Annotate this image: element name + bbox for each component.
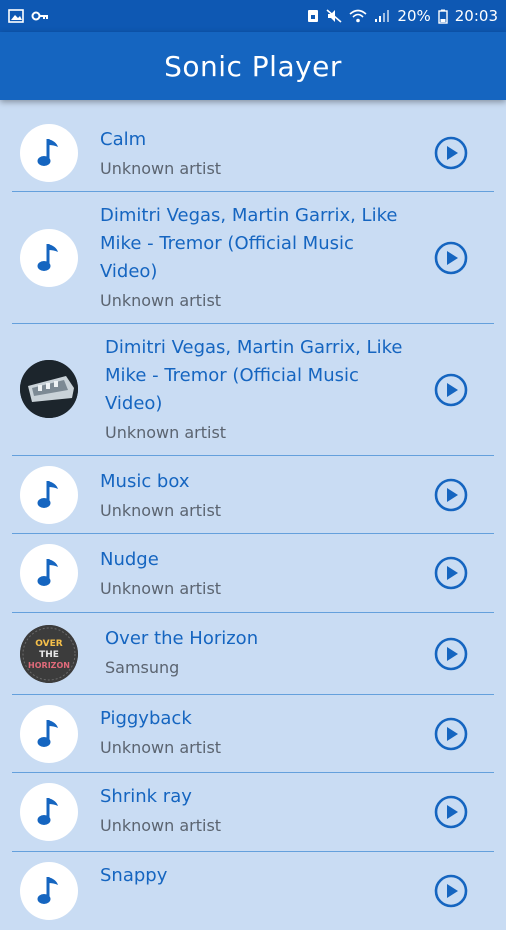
album-art	[20, 783, 78, 841]
song-row[interactable]: Dimitri Vegas, Martin Garrix, Like Mike …	[12, 324, 494, 456]
song-row[interactable]: Piggyback Unknown artist	[12, 695, 494, 773]
song-row[interactable]: Nudge Unknown artist	[12, 534, 494, 613]
album-art	[20, 862, 78, 920]
song-artist: Unknown artist	[100, 579, 222, 598]
album-art: OVER THE HORIZON	[20, 625, 78, 683]
song-row[interactable]: Calm Unknown artist	[12, 114, 494, 192]
song-title: Shrink ray	[100, 786, 192, 807]
song-artist: Unknown artist	[100, 501, 222, 520]
song-artist: Unknown artist	[100, 738, 222, 757]
art-text-2: THE	[39, 650, 59, 660]
play-button[interactable]	[434, 637, 468, 671]
album-art	[20, 466, 78, 524]
album-art	[20, 124, 78, 182]
play-button[interactable]	[434, 478, 468, 512]
song-title: Snappy	[100, 865, 168, 886]
album-art	[20, 544, 78, 602]
app-bar: Sonic Player	[0, 32, 506, 100]
music-note-icon	[37, 481, 58, 508]
play-circle-icon	[434, 136, 468, 170]
image-icon	[8, 9, 24, 23]
song-row[interactable]: OVER THE HORIZON Over the Horizon Samsun…	[12, 613, 494, 695]
clock: 20:03	[454, 7, 498, 25]
song-artist: Unknown artist	[100, 291, 222, 310]
sim-lock-icon	[308, 10, 319, 22]
app-title: Sonic Player	[164, 49, 342, 83]
play-button[interactable]	[434, 556, 468, 590]
song-title: Dimitri Vegas, Martin Garrix, Like Mike …	[100, 205, 398, 282]
art-text-1: OVER	[35, 639, 63, 649]
song-row[interactable]: Shrink ray Unknown artist	[12, 773, 494, 852]
song-title: Calm	[100, 129, 147, 150]
play-button[interactable]	[434, 136, 468, 170]
play-circle-icon	[434, 717, 468, 751]
song-title: Over the Horizon	[105, 628, 259, 649]
song-artist: Samsung	[105, 658, 180, 677]
play-circle-icon	[434, 556, 468, 590]
play-circle-icon	[434, 478, 468, 512]
music-note-icon	[37, 559, 58, 586]
music-note-icon	[37, 798, 58, 825]
album-art	[20, 705, 78, 763]
music-note-icon	[37, 244, 58, 271]
music-note-icon	[37, 720, 58, 747]
battery-percent: 20%	[397, 7, 431, 25]
play-circle-icon	[434, 373, 468, 407]
song-row[interactable]: Snappy	[12, 852, 494, 930]
status-left-icons	[8, 9, 49, 23]
wifi-icon	[349, 9, 367, 23]
music-note-icon	[37, 139, 58, 166]
battery-icon	[438, 9, 448, 24]
play-button[interactable]	[434, 717, 468, 751]
status-right-icons: 20% 20:03	[307, 7, 498, 25]
art-text-3: HORIZON	[28, 661, 70, 670]
play-circle-icon	[434, 637, 468, 671]
album-art	[20, 229, 78, 287]
music-note-icon	[37, 877, 58, 904]
key-icon	[31, 11, 48, 21]
song-artist: Unknown artist	[100, 159, 222, 178]
song-artist: Unknown artist	[100, 816, 222, 835]
song-list[interactable]: Calm Unknown artist Dimitri Vegas, Marti…	[12, 114, 494, 930]
signal-icon	[375, 10, 390, 22]
play-button[interactable]	[434, 874, 468, 908]
album-horizon-art: OVER THE HORIZON	[20, 625, 78, 683]
song-title: Nudge	[100, 549, 159, 570]
song-title: Piggyback	[100, 708, 192, 729]
play-circle-icon	[434, 241, 468, 275]
play-button[interactable]	[434, 795, 468, 829]
song-artist: Unknown artist	[105, 423, 227, 442]
mute-icon	[326, 9, 342, 23]
play-button[interactable]	[434, 241, 468, 275]
album-photo	[20, 360, 78, 418]
album-art	[20, 360, 78, 418]
play-button[interactable]	[434, 373, 468, 407]
song-title: Dimitri Vegas, Martin Garrix, Like Mike …	[105, 337, 403, 414]
song-title: Music box	[100, 471, 190, 492]
play-circle-icon	[434, 795, 468, 829]
status-bar: 20% 20:03	[0, 0, 506, 32]
play-circle-icon	[434, 874, 468, 908]
song-row[interactable]: Dimitri Vegas, Martin Garrix, Like Mike …	[12, 192, 494, 324]
song-row[interactable]: Music box Unknown artist	[12, 456, 494, 534]
